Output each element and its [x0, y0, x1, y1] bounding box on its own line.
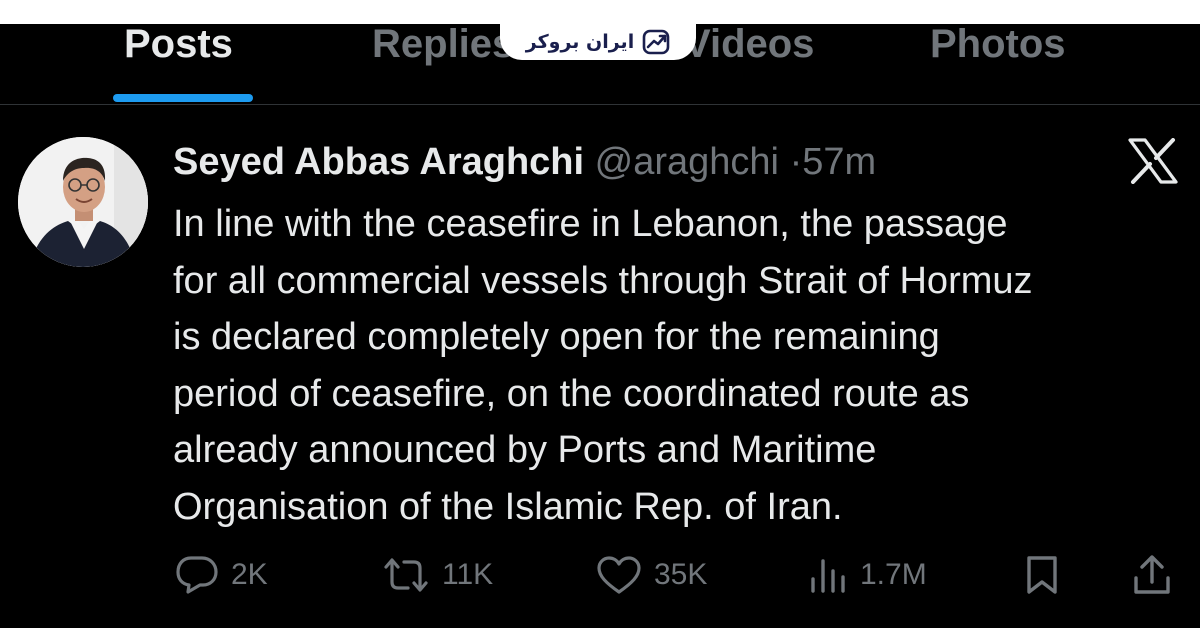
repost-count: 11K [442, 558, 494, 591]
share-icon [1134, 555, 1170, 594]
tweet-text-line: for all commercial vessels through Strai… [173, 259, 1033, 302]
tab-replies[interactable]: Replies [372, 24, 514, 64]
tweet-text-line: already announced by Ports and Maritime [173, 429, 877, 471]
tab-photos[interactable]: Photos [930, 24, 1066, 64]
views-button[interactable]: 1.7M [808, 552, 927, 598]
author-name[interactable]: Seyed Abbas Araghchi [173, 141, 584, 183]
tab-videos[interactable]: Videos [684, 24, 814, 64]
tweet-header: Seyed Abbas Araghchi @araghchi ·57m [173, 140, 876, 184]
tweet-text-line: In line with the ceasefire in Lebanon, t… [173, 203, 1008, 245]
tweet-text-line: is declared completely open for the rema… [173, 316, 940, 358]
bookmark-button[interactable] [1024, 552, 1060, 598]
views-icon [811, 559, 845, 593]
meta-separator: · [789, 141, 803, 183]
views-count: 1.7M [860, 558, 927, 591]
avatar[interactable] [18, 137, 148, 267]
app-screen: Posts Replies Videos Photos Seyed Abbas … [0, 24, 1200, 628]
repost-icon [384, 558, 428, 592]
avatar-portrait [18, 137, 148, 267]
x-logo-icon[interactable] [1128, 138, 1178, 184]
like-button[interactable]: 35K [596, 552, 707, 598]
bookmark-icon [1027, 556, 1057, 594]
active-tab-indicator [113, 94, 253, 102]
like-count: 35K [654, 558, 708, 591]
watermark-text: ایران بروکر [525, 31, 635, 53]
reply-button[interactable]: 2K [175, 552, 268, 598]
tweet-text: In line with the ceasefire in Lebanon, t… [173, 196, 1183, 535]
tab-posts[interactable]: Posts [124, 24, 233, 64]
watermark-badge: ایران بروکر [500, 24, 696, 60]
brand-chart-arrow-icon [642, 29, 670, 55]
tweet-text-line: Organisation of the Islamic Rep. of Iran… [173, 485, 843, 528]
author-handle[interactable]: @araghchi [595, 141, 779, 183]
share-button[interactable] [1132, 552, 1172, 598]
tweet-text-line: period of ceasefire, on the coordinated … [173, 372, 970, 415]
repost-button[interactable]: 11K [382, 552, 493, 598]
tweet-actions: 2K 11K 35K 1.7M [0, 552, 1200, 602]
reply-count: 2K [231, 558, 268, 591]
post-timestamp[interactable]: 57m [802, 141, 876, 183]
reply-icon [176, 556, 218, 594]
heart-icon [597, 556, 641, 594]
